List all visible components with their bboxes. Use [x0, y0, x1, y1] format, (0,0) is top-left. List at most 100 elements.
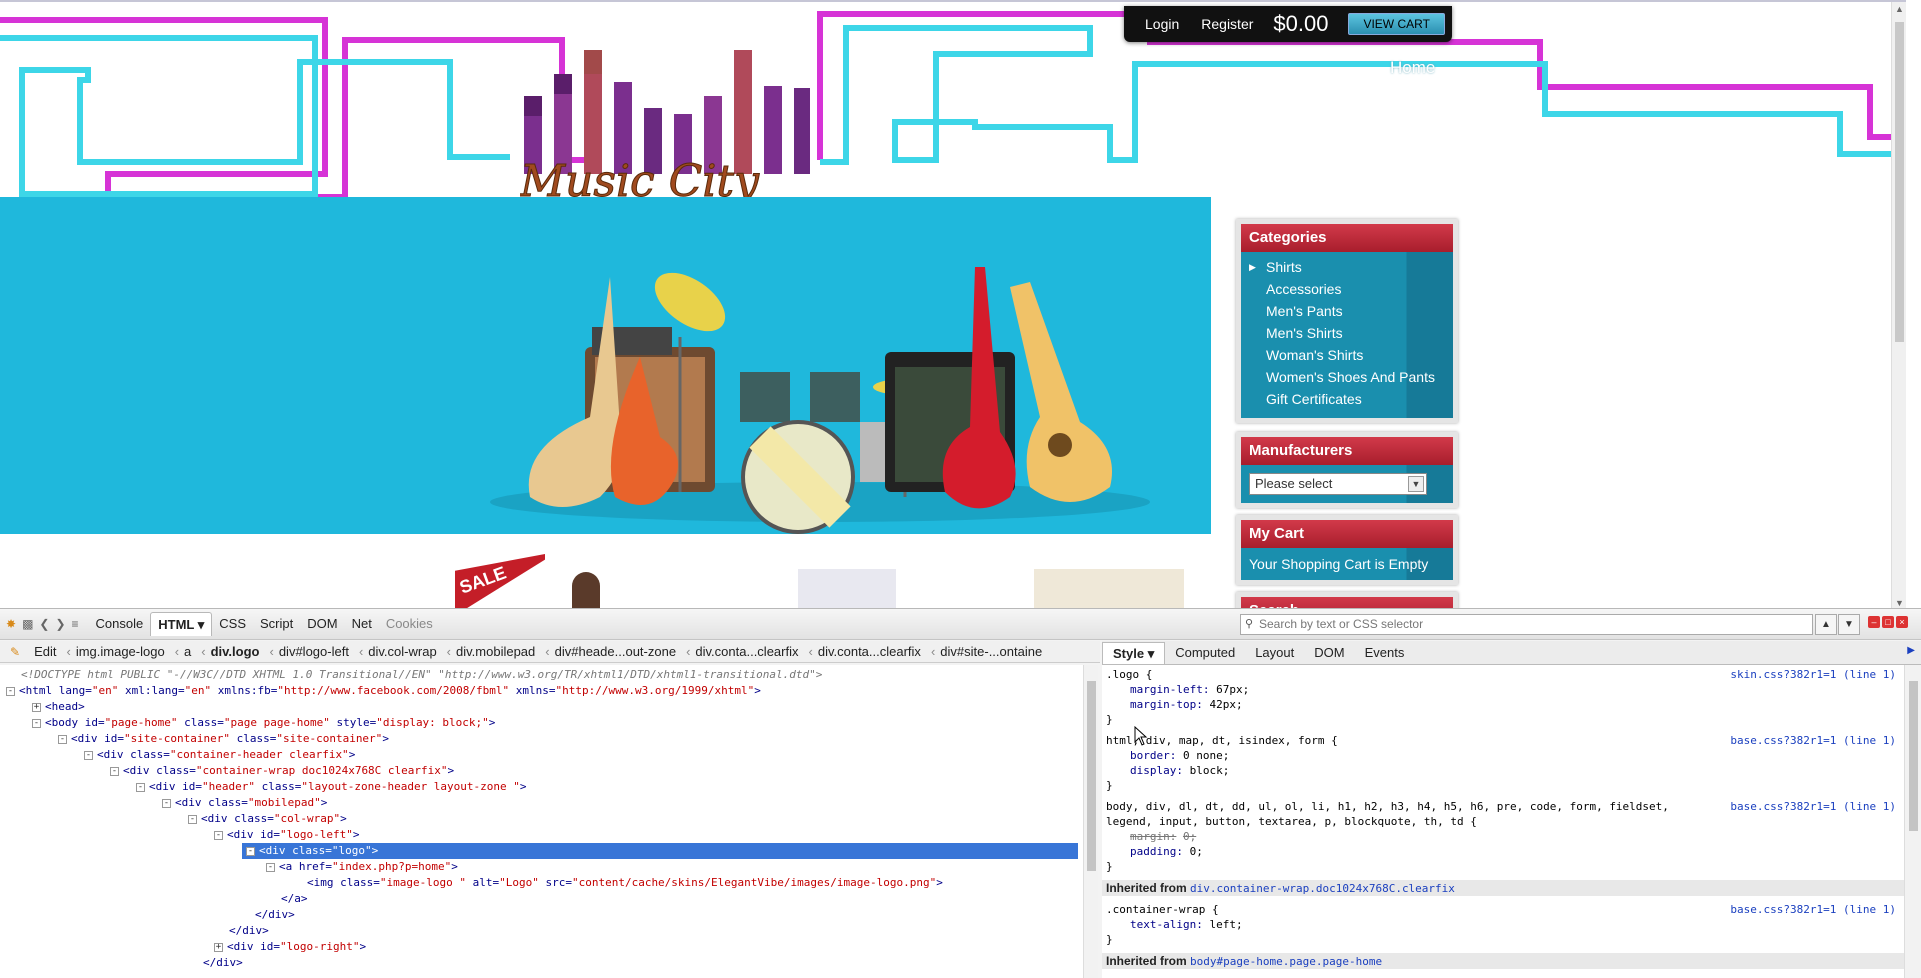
collapse-icon[interactable]: -: [6, 686, 15, 696]
category-item[interactable]: Gift Certificates: [1241, 388, 1453, 410]
category-item[interactable]: Men's Pants: [1241, 300, 1453, 322]
search-prev-icon[interactable]: ▲: [1815, 614, 1837, 635]
nav-home-link[interactable]: Home: [1390, 58, 1435, 78]
panel-options-icon[interactable]: ▶: [1907, 645, 1915, 656]
collapse-icon[interactable]: -: [214, 830, 223, 840]
css-source-link[interactable]: base.css?382r1=1 (line 1): [1730, 733, 1896, 748]
html-node[interactable]: - <div id="logo-left">: [0, 827, 1078, 843]
product-thumbnail[interactable]: [1034, 569, 1184, 608]
css-selector[interactable]: .container-wrap {: [1106, 902, 1219, 917]
css-source-link[interactable]: base.css?382r1=1 (line 1): [1730, 799, 1896, 814]
hero-banner[interactable]: [0, 197, 1211, 534]
html-node[interactable]: </a>: [0, 891, 1078, 907]
html-node[interactable]: - <div id="header" class="layout-zone-hea…: [0, 779, 1078, 795]
tab-dom-side[interactable]: DOM: [1304, 642, 1354, 664]
view-cart-button[interactable]: VIEW CART: [1348, 13, 1445, 35]
tab-style[interactable]: Style ▾: [1102, 642, 1166, 664]
product-thumbnail[interactable]: [572, 572, 600, 608]
tab-script[interactable]: Script: [253, 612, 300, 636]
tab-html[interactable]: HTML ▾: [150, 612, 213, 636]
tab-layout[interactable]: Layout: [1245, 642, 1304, 664]
tab-events[interactable]: Events: [1355, 642, 1415, 664]
css-source-link[interactable]: base.css?382r1=1 (line 1): [1730, 902, 1896, 917]
tab-console[interactable]: Console: [89, 612, 151, 636]
html-node[interactable]: <img class="image-logo " alt="Logo" src=…: [0, 875, 1078, 891]
breadcrumb-item-selected[interactable]: div.logo: [211, 644, 260, 659]
inherited-from-link[interactable]: div.container-wrap.doc1024x768C.clearfix: [1190, 882, 1455, 895]
html-node[interactable]: </div>: [0, 955, 1078, 971]
devtools-search-input[interactable]: ⚲ Search by text or CSS selector: [1240, 614, 1813, 635]
scrollbar-thumb[interactable]: [1895, 22, 1904, 342]
expand-icon[interactable]: +: [214, 942, 223, 952]
html-node[interactable]: - <div class="container-header clearfix">: [0, 747, 1078, 763]
register-link[interactable]: Register: [1201, 16, 1253, 32]
css-selector[interactable]: legend, input, button, textarea, p, bloc…: [1106, 814, 1477, 829]
breadcrumb-item[interactable]: div.conta...clearfix: [818, 644, 921, 659]
html-node[interactable]: <!DOCTYPE html PUBLIC "-//W3C//DTD XHTML…: [0, 667, 1078, 683]
close-icon[interactable]: ×: [1896, 616, 1908, 628]
scroll-down-icon[interactable]: ▼: [1892, 596, 1906, 608]
collapse-icon[interactable]: -: [266, 862, 275, 872]
css-selector[interactable]: .logo {: [1106, 667, 1152, 682]
command-line-icon[interactable]: ≡: [72, 617, 79, 631]
html-node[interactable]: - <html lang="en" xml:lang="en" xmlns:fb=…: [0, 683, 1078, 699]
collapse-icon[interactable]: -: [84, 750, 93, 760]
collapse-icon[interactable]: -: [110, 766, 119, 776]
css-property[interactable]: margin-top: 42px;: [1106, 697, 1243, 712]
edit-button[interactable]: Edit: [34, 644, 56, 659]
category-item[interactable]: Woman's Shirts: [1241, 344, 1453, 366]
html-node[interactable]: + <head>: [0, 699, 1078, 715]
collapse-icon[interactable]: -: [32, 718, 41, 728]
scrollbar-thumb[interactable]: [1909, 681, 1918, 831]
breadcrumb-item[interactable]: div#site-...ontaine: [940, 644, 1042, 659]
breadcrumb-item[interactable]: div#logo-left: [279, 644, 349, 659]
css-property[interactable]: padding: 0;: [1106, 844, 1203, 859]
minimize-icon[interactable]: –: [1868, 616, 1880, 628]
collapse-icon[interactable]: -: [188, 814, 197, 824]
html-node[interactable]: + <div id="logo-right">: [0, 939, 1078, 955]
product-thumbnail[interactable]: [798, 569, 896, 608]
css-property[interactable]: border: 0 none;: [1106, 748, 1229, 763]
css-selector[interactable]: body, div, dl, dt, dd, ul, ol, li, h1, h…: [1106, 799, 1669, 814]
expand-icon[interactable]: +: [32, 702, 41, 712]
chevron-down-icon[interactable]: ▼: [1408, 476, 1424, 492]
breadcrumb-item[interactable]: div.col-wrap: [368, 644, 436, 659]
html-node[interactable]: </div>: [0, 907, 1078, 923]
css-source-link[interactable]: skin.css?382r1=1 (line 1): [1730, 667, 1896, 682]
breadcrumb-item[interactable]: div#heade...out-zone: [555, 644, 676, 659]
css-property[interactable]: text-align: left;: [1106, 917, 1243, 932]
inspect-icon[interactable]: ▩: [22, 617, 33, 631]
category-item[interactable]: Men's Shirts: [1241, 322, 1453, 344]
tab-css[interactable]: CSS: [212, 612, 253, 636]
css-property[interactable]: margin-left: 67px;: [1106, 682, 1249, 697]
detach-icon[interactable]: □: [1882, 616, 1894, 628]
collapse-icon[interactable]: -: [136, 782, 145, 792]
css-property[interactable]: margin: 0;: [1106, 829, 1196, 844]
tab-computed[interactable]: Computed: [1165, 642, 1245, 664]
breadcrumb-item[interactable]: div.mobilepad: [456, 644, 535, 659]
collapse-icon[interactable]: -: [58, 734, 67, 744]
html-node[interactable]: - <body id="page-home" class="page page-h…: [0, 715, 1078, 731]
style-panel-scrollbar[interactable]: [1904, 665, 1921, 978]
forward-arrow-icon[interactable]: ❯: [55, 617, 65, 631]
breadcrumb-item[interactable]: div.conta...clearfix: [695, 644, 798, 659]
breadcrumb-item[interactable]: img.image-logo: [76, 644, 165, 659]
category-item[interactable]: Shirts: [1241, 256, 1453, 278]
inherited-from-link[interactable]: body#page-home.page.page-home: [1190, 955, 1382, 968]
login-link[interactable]: Login: [1145, 16, 1179, 32]
html-node[interactable]: - <div class="col-wrap">: [0, 811, 1078, 827]
firebug-icon[interactable]: ✸: [6, 617, 16, 631]
html-node[interactable]: - <div class="mobilepad">: [0, 795, 1078, 811]
html-node[interactable]: - <div class="container-wrap doc1024x768C…: [0, 763, 1078, 779]
manufacturer-select[interactable]: Please select ▼: [1249, 473, 1427, 495]
scroll-up-icon[interactable]: ▲: [1892, 2, 1906, 16]
html-node-selected[interactable]: - <div class="logo">: [242, 843, 1078, 859]
breadcrumb-item[interactable]: a: [184, 644, 191, 659]
back-arrow-icon[interactable]: ❮: [39, 617, 49, 631]
html-node[interactable]: </div>: [0, 923, 1078, 939]
tab-cookies[interactable]: Cookies: [379, 612, 440, 636]
edit-icon[interactable]: ✎: [10, 645, 20, 659]
category-item[interactable]: Accessories: [1241, 278, 1453, 300]
html-node[interactable]: - <a href="index.php?p=home">: [0, 859, 1078, 875]
search-next-icon[interactable]: ▼: [1838, 614, 1860, 635]
